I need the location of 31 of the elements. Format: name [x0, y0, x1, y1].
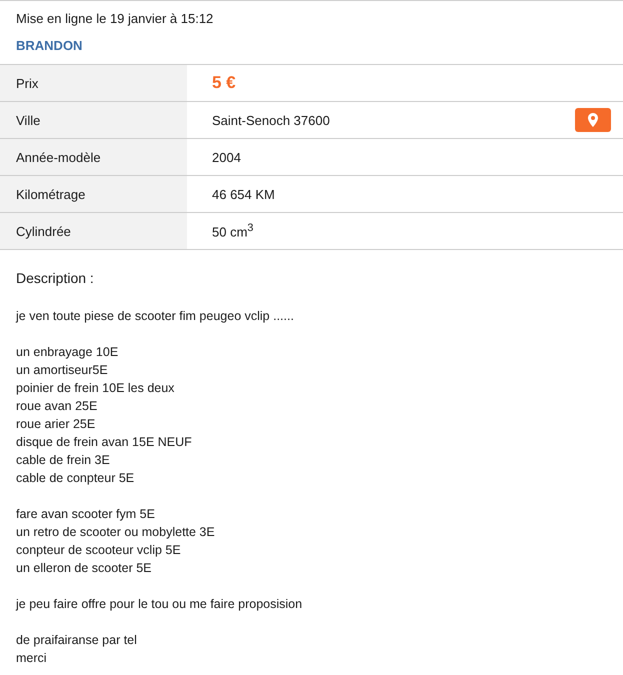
- detail-value: 50 cm$^{3}$: [212, 222, 254, 240]
- posted-date: Mise en ligne le 19 janvier à 15:12: [16, 11, 214, 27]
- description-line: conpteur de scooteur vclip 5E: [16, 542, 182, 559]
- description-line: un elleron de scooter 5E: [16, 560, 153, 577]
- detail-value: 5 €: [212, 73, 236, 93]
- description-line: un enbrayage 10E: [16, 344, 120, 361]
- description-line: poinier de frein 10E les deux: [16, 380, 176, 397]
- description-line: disque de frein avan 15E NEUF: [16, 434, 193, 451]
- detail-value: 46 654 KM: [212, 186, 275, 202]
- description-line: je peu faire offre pour le tou ou me faire proposision: [16, 596, 304, 613]
- description-line: merci: [16, 650, 48, 667]
- description-line: fare avan scooter fym 5E: [16, 506, 156, 523]
- detail-value: Saint-Senoch 37600: [212, 112, 330, 128]
- detail-label: Année-modèle: [0, 139, 187, 175]
- description-line: cable de conpteur 5E: [16, 470, 136, 487]
- detail-label: Ville: [0, 102, 187, 138]
- description-line: cable de frein 3E: [16, 452, 111, 469]
- description-line: un retro de scooter ou mobylette 3E: [16, 524, 216, 541]
- description-line: un amortiseur5E: [16, 362, 109, 379]
- detail-label: Prix: [0, 65, 187, 101]
- description-line: de praifairanse par tel: [16, 632, 138, 649]
- map-button[interactable]: [575, 108, 611, 132]
- description-line: roue avan 25E: [16, 398, 98, 415]
- location-pin-icon: [588, 113, 598, 127]
- seller-name[interactable]: BRANDON: [16, 38, 607, 54]
- detail-label: Kilométrage: [0, 176, 187, 212]
- description-line: roue arier 25E: [16, 416, 96, 433]
- description-heading: Description :: [16, 269, 95, 287]
- detail-value: 2004: [212, 150, 241, 164]
- detail-label: Cylindrée: [0, 213, 187, 249]
- description-line: je ven toute piese de scooter fim peugeo vclip ......: [16, 308, 295, 325]
